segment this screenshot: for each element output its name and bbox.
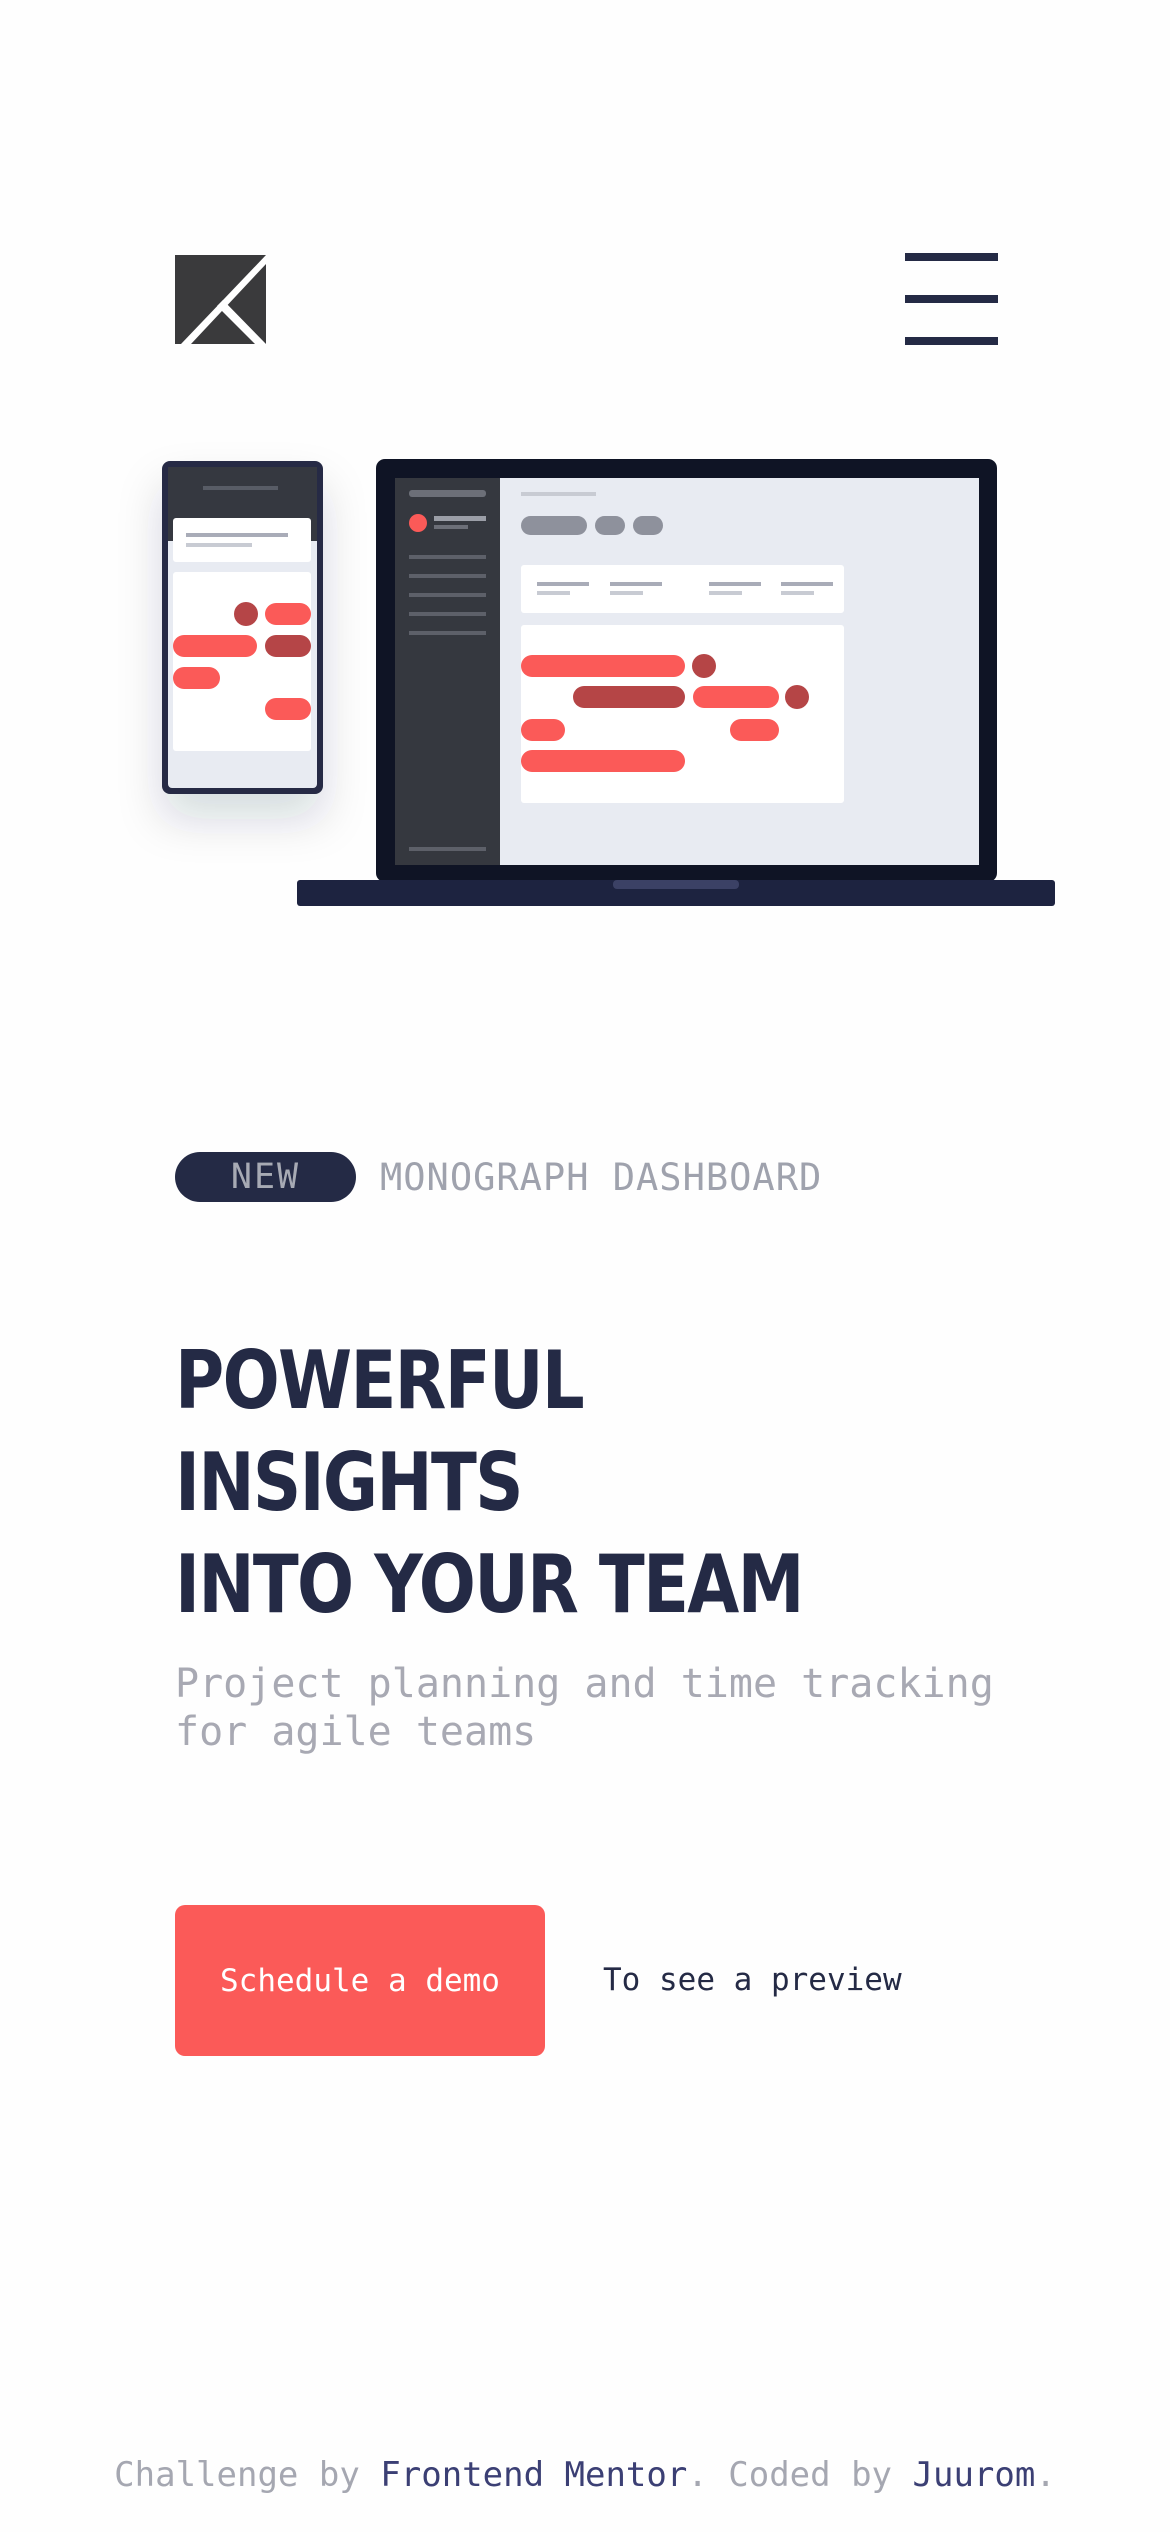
badge-row: NEW MONOGRAPH DASHBOARD (175, 1152, 822, 1202)
preview-text: To see a preview (603, 1962, 902, 1998)
page-title: POWERFUL INSIGHTS INTO YOUR TEAM (175, 1330, 931, 1636)
laptop-mockup (297, 459, 1055, 906)
badge-caption: MONOGRAPH DASHBOARD (380, 1155, 823, 1199)
footer-prefix: Challenge by (114, 2455, 381, 2495)
frontend-mentor-link[interactable]: Frontend Mentor (380, 2455, 687, 2495)
footer-attribution: Challenge by Frontend Mentor. Coded by J… (0, 2455, 1170, 2495)
footer-middle: . Coded by (687, 2455, 913, 2495)
phone-mockup (162, 461, 323, 794)
hero-illustration (162, 459, 1055, 906)
footer-suffix: . (1035, 2455, 1056, 2495)
author-link[interactable]: Juurom (913, 2455, 1036, 2495)
title-line-1: POWERFUL INSIGHTS (175, 1334, 585, 1529)
page-subtitle: Project planning and time tracking for a… (175, 1661, 994, 1755)
title-line-2: INTO YOUR TEAM (175, 1538, 804, 1631)
schedule-demo-button[interactable]: Schedule a demo (175, 1905, 545, 2056)
new-badge: NEW (175, 1152, 356, 1202)
